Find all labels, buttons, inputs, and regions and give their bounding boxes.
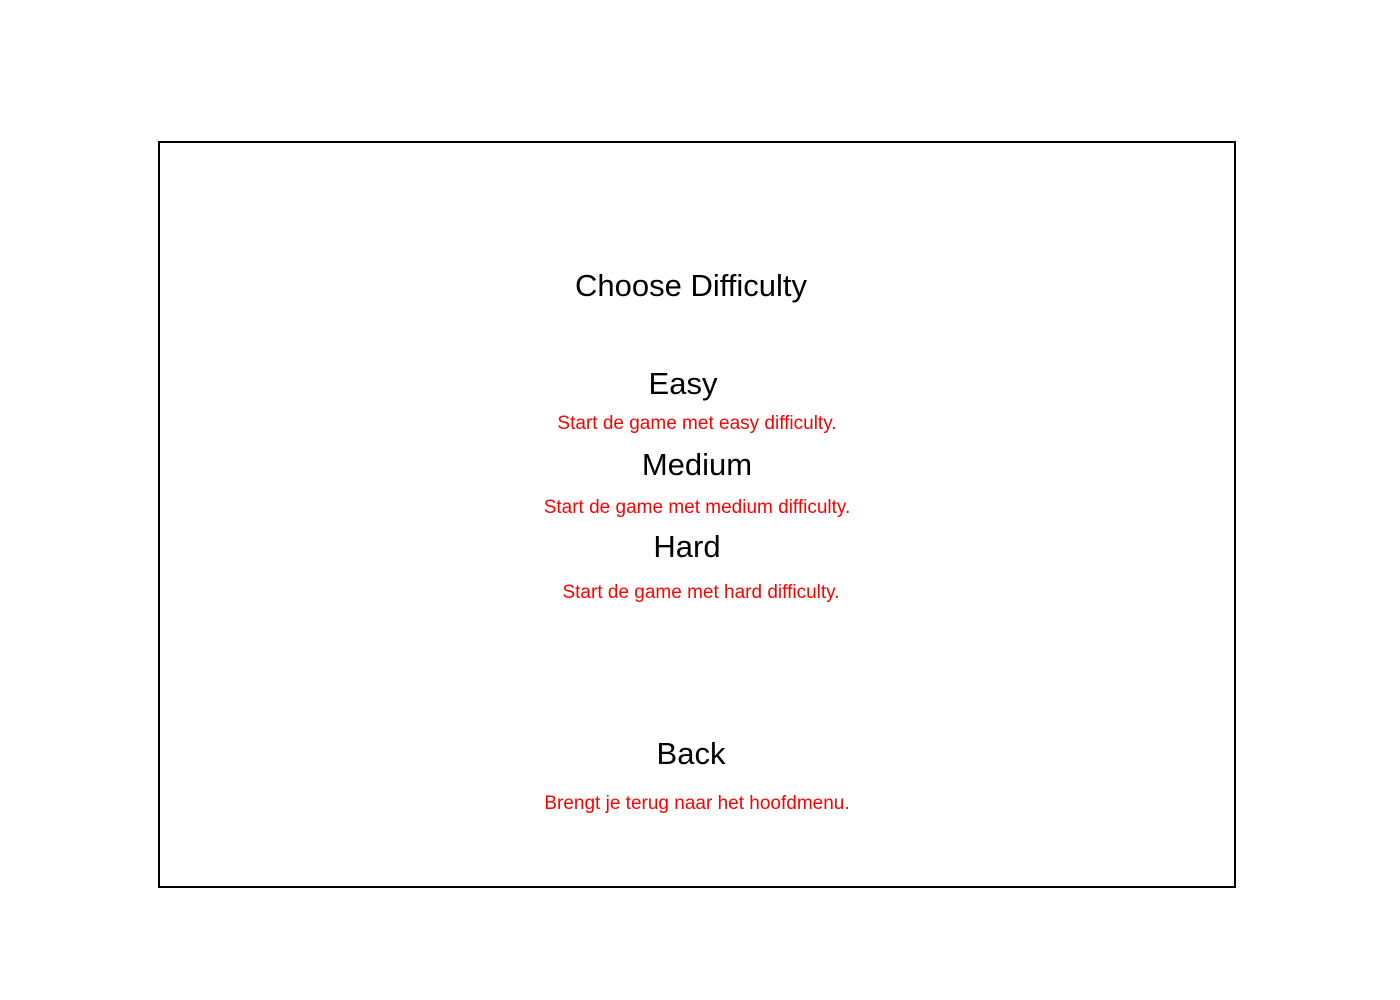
medium-description: Start de game met medium difficulty. — [543, 497, 851, 518]
hard-description: Start de game met hard difficulty. — [562, 582, 840, 603]
page-title: Choose Difficulty — [574, 268, 808, 303]
easy-description: Start de game met easy difficulty. — [557, 413, 837, 434]
back-description: Brengt je terug naar het hoofdmenu. — [544, 793, 850, 814]
back-button[interactable]: Back — [154, 736, 1228, 772]
medium-button[interactable]: Medium — [160, 447, 1234, 483]
hard-button[interactable]: Hard — [150, 529, 1224, 565]
easy-button[interactable]: Easy — [146, 366, 1220, 402]
difficulty-menu-frame: Choose Difficulty Easy Start de game met… — [158, 141, 1236, 888]
